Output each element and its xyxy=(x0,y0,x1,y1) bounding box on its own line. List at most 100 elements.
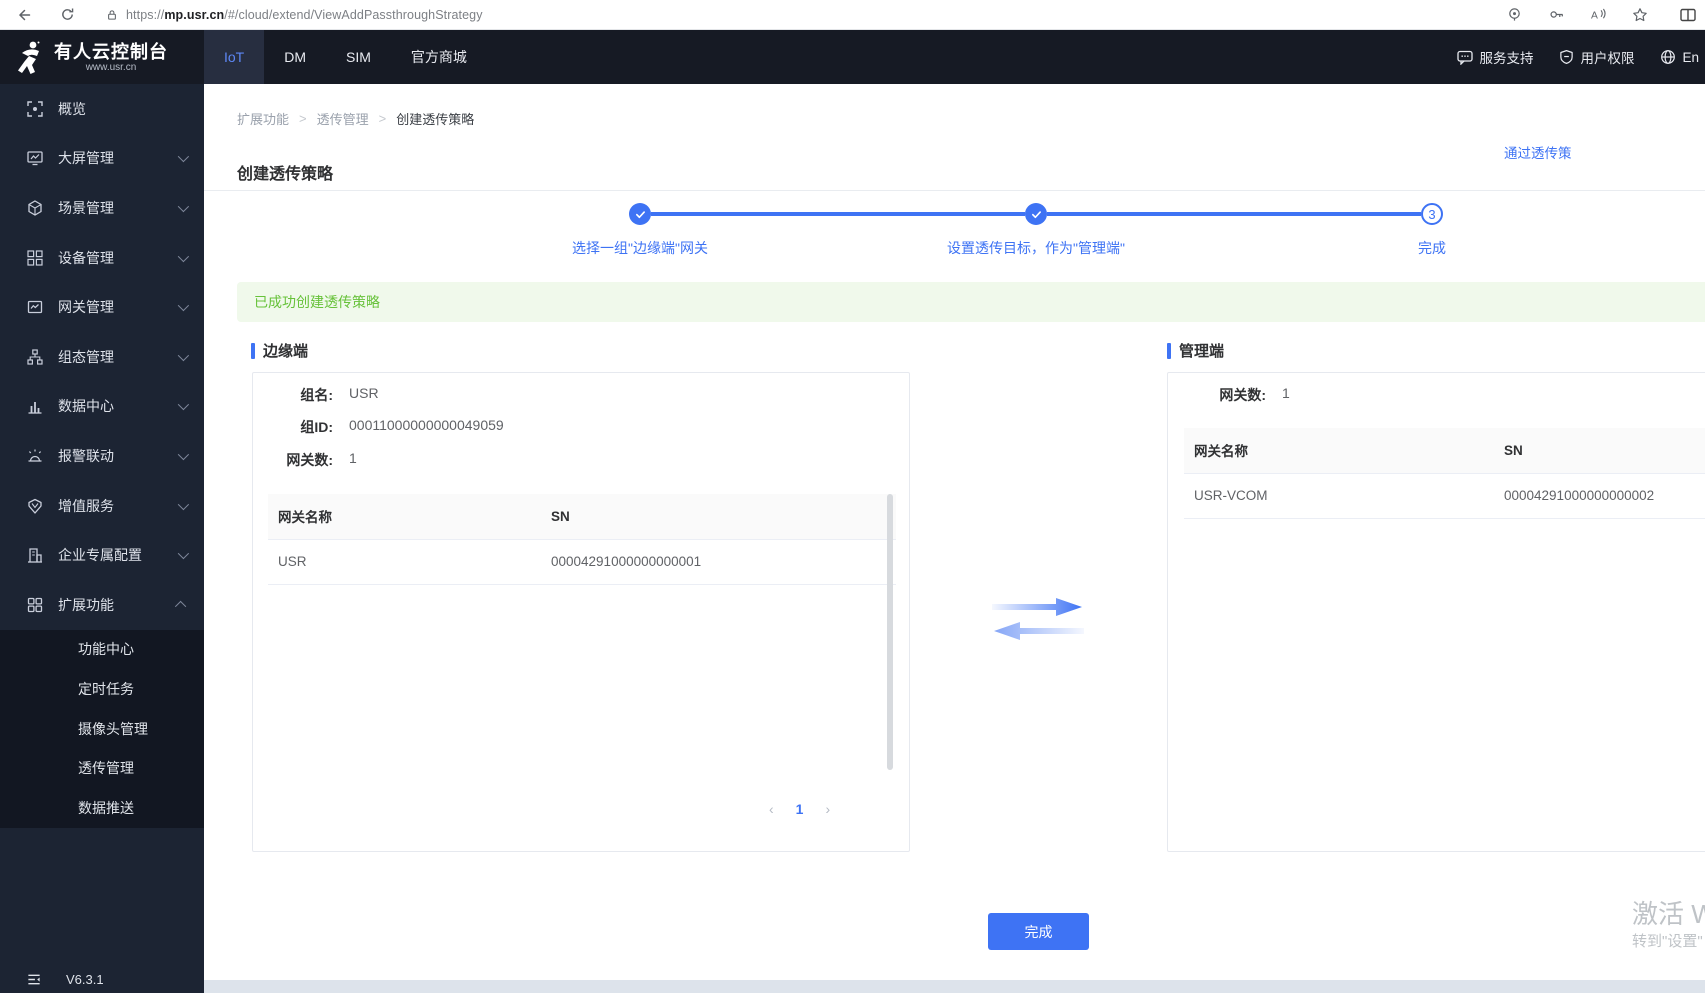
logo-subtitle: www.usr.cn xyxy=(85,61,137,73)
sidebar-item-overview[interactable]: 概览 xyxy=(0,84,204,134)
pagination-next-icon[interactable]: › xyxy=(825,801,830,817)
tab-iot[interactable]: IoT xyxy=(204,30,265,84)
group-id-label: 组ID: xyxy=(300,419,333,435)
user-permission[interactable]: 用户权限 xyxy=(1559,47,1634,67)
split-screen-icon[interactable] xyxy=(1675,2,1701,28)
column-header-gateway-name: 网关名称 xyxy=(1184,428,1494,474)
sidebar-item-value-added[interactable]: 增值服务 xyxy=(0,481,204,531)
version-label: V6.3.1 xyxy=(66,972,104,987)
check-icon xyxy=(635,210,645,218)
passwords-key-icon[interactable] xyxy=(1543,2,1569,28)
table-row[interactable]: USR-VCOM 00004291000000000002 xyxy=(1184,473,1705,519)
step3-circle: 3 xyxy=(1421,203,1443,225)
title-divider xyxy=(204,190,1705,191)
manage-gateway-table: 网关名称 SN USR-VCOM 00004291000000000002 xyxy=(1184,428,1705,519)
usr-person-logo-icon xyxy=(16,40,46,74)
submenu-item-timed-task[interactable]: 定时任务 xyxy=(0,669,204,709)
gateway-name-cell: USR-VCOM xyxy=(1184,473,1494,519)
lock-icon xyxy=(106,8,118,22)
submenu-item-passthrough[interactable]: 透传管理 xyxy=(0,748,204,788)
sidebar-item-alarm[interactable]: 报警联动 xyxy=(0,431,204,481)
chevron-down-icon xyxy=(177,349,190,362)
manage-section-title: 管理端 xyxy=(1167,340,1224,361)
finish-button[interactable]: 完成 xyxy=(988,913,1089,950)
bar-chart-icon xyxy=(26,398,43,415)
logo[interactable]: 有人云控制台 www.usr.cn xyxy=(0,30,204,84)
edge-gateway-table: 网关名称 SN USR 00004291000000000001 xyxy=(268,494,896,585)
edge-card: 组名: USR 组ID: 00011000000000049059 网关数: 1… xyxy=(252,372,910,852)
step1-label: 选择一组"边缘端"网关 xyxy=(572,240,708,256)
sidebar-item-extend[interactable]: 扩展功能 xyxy=(0,580,204,630)
browser-chrome: https://mp.usr.cn/#/cloud/extend/ViewAdd… xyxy=(0,0,1705,30)
device-grid-icon xyxy=(26,249,43,266)
address-bar[interactable]: https://mp.usr.cn/#/cloud/extend/ViewAdd… xyxy=(106,3,1501,27)
group-name-label: 组名: xyxy=(300,387,333,403)
chevron-down-icon xyxy=(177,399,190,411)
passthrough-direction-icon xyxy=(992,596,1084,642)
chevron-down-icon xyxy=(177,448,190,461)
gateway-chart-icon xyxy=(26,299,43,316)
tab-dm[interactable]: DM xyxy=(264,30,326,84)
table-scrollbar[interactable] xyxy=(887,494,893,770)
alarm-siren-icon xyxy=(26,447,43,464)
hexagon-scene-icon xyxy=(26,199,43,216)
sidebar-item-configuration[interactable]: 组态管理 xyxy=(0,332,204,382)
manage-card: 网关数: 1 网关名称 SN USR-VCOM 0000429100000000… xyxy=(1167,372,1705,852)
step1-circle xyxy=(629,203,651,225)
step-line-1 xyxy=(651,212,1025,216)
group-id-value: 00011000000000049059 xyxy=(349,417,504,433)
sn-cell: 00004291000000000001 xyxy=(541,539,896,585)
chevron-down-icon xyxy=(177,498,190,510)
sidebar-item-enterprise[interactable]: 企业专属配置 xyxy=(0,530,204,580)
check-icon xyxy=(1031,210,1041,218)
tab-sim[interactable]: SIM xyxy=(326,30,391,84)
favorite-star-icon[interactable] xyxy=(1627,2,1653,28)
pagination-page-1[interactable]: 1 xyxy=(796,801,804,817)
refresh-icon[interactable] xyxy=(54,2,80,28)
sn-cell: 00004291000000000002 xyxy=(1494,473,1705,519)
table-row[interactable]: USR 00004291000000000001 xyxy=(268,539,896,585)
shield-icon xyxy=(1559,49,1574,65)
via-passthrough-link[interactable]: 通过透传策 xyxy=(1504,142,1572,162)
location-icon[interactable] xyxy=(1501,2,1527,28)
collapse-sidebar-icon[interactable] xyxy=(26,972,42,987)
step3-label: 完成 xyxy=(1418,240,1446,256)
sidebar-item-gateway[interactable]: 网关管理 xyxy=(0,282,204,332)
sidebar-item-bigscreen[interactable]: 大屏管理 xyxy=(0,134,204,184)
manage-gateway-count-label: 网关数: xyxy=(1219,387,1266,403)
column-header-gateway-name: 网关名称 xyxy=(268,494,541,540)
chevron-down-icon xyxy=(177,300,190,312)
sidebar-item-datacenter[interactable]: 数据中心 xyxy=(0,382,204,432)
sidebar-item-scene[interactable]: 场景管理 xyxy=(0,183,204,233)
language-switch[interactable]: En xyxy=(1660,49,1699,65)
breadcrumb-passthrough[interactable]: 透传管理 xyxy=(317,109,369,128)
pagination-prev-icon[interactable]: ‹ xyxy=(769,801,774,817)
back-icon[interactable] xyxy=(10,2,36,28)
horizontal-scrollbar[interactable] xyxy=(204,980,1705,993)
breadcrumb-current: 创建透传策略 xyxy=(396,112,475,127)
service-support[interactable]: 服务支持 xyxy=(1457,47,1533,67)
submenu-item-data-push[interactable]: 数据推送 xyxy=(0,788,204,828)
edge-section-title: 边缘端 xyxy=(251,340,308,361)
extend-submenu: 功能中心 定时任务 摄像头管理 透传管理 数据推送 xyxy=(0,629,204,828)
section-accent-bar xyxy=(251,342,255,359)
svg-text:A: A xyxy=(1591,10,1598,21)
windows-activation-watermark-line2: 转到"设置" xyxy=(1632,933,1703,950)
breadcrumb-extend[interactable]: 扩展功能 xyxy=(237,109,289,128)
submenu-item-camera[interactable]: 摄像头管理 xyxy=(0,709,204,749)
sidebar-item-device[interactable]: 设备管理 xyxy=(0,233,204,283)
topology-icon xyxy=(26,348,43,365)
url-text: https://mp.usr.cn/#/cloud/extend/ViewAdd… xyxy=(126,7,483,22)
step2-circle xyxy=(1025,203,1047,225)
breadcrumb: 扩展功能 > 透传管理 > 创建透传策略 xyxy=(237,109,475,128)
main-content: 扩展功能 > 透传管理 > 创建透传策略 通过透传策 创建透传策略 3 选择一组… xyxy=(204,84,1705,993)
submenu-item-function-center[interactable]: 功能中心 xyxy=(0,630,204,670)
step2-label: 设置透传目标，作为"管理端" xyxy=(947,240,1125,256)
column-header-sn: SN xyxy=(541,494,896,540)
pagination: ‹ 1 › xyxy=(769,801,830,817)
manage-gateway-count-value: 1 xyxy=(1282,385,1290,401)
read-aloud-icon[interactable]: A xyxy=(1585,2,1611,28)
globe-icon xyxy=(1660,49,1676,65)
page-title: 创建透传策略 xyxy=(237,166,334,183)
tab-mall[interactable]: 官方商城 xyxy=(391,30,487,84)
